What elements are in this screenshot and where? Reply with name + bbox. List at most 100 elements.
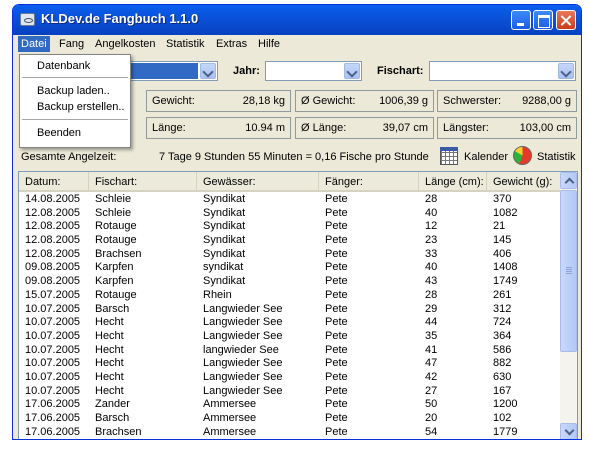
minimize-button[interactable]: [511, 10, 531, 30]
cell-gewicht: 724: [493, 316, 512, 329]
cell-datum: 10.07.2005: [25, 384, 81, 397]
cell-laenge: 41: [425, 343, 438, 356]
cell-gewaesser: syndikat: [203, 261, 244, 274]
scroll-up-icon[interactable]: [560, 172, 577, 189]
table-row[interactable]: 12.08.2005 Rotauge Syndikat Pete 23 145: [19, 234, 561, 249]
menu-angelkosten[interactable]: Angelkosten: [95, 38, 156, 50]
table-row[interactable]: 10.07.2005 Hecht Langwieder See Pete 35 364: [19, 329, 561, 345]
cell-fischart: Hecht: [95, 384, 124, 397]
catch-table: Datum: Fischart: Gewässer: Fänger: Länge…: [18, 171, 578, 439]
cell-gewicht: 1749: [493, 275, 518, 288]
table-row[interactable]: 10.07.2005 Hecht Langwieder See Pete 47 882: [19, 357, 561, 372]
cell-fischart: Hecht: [95, 370, 124, 383]
table-row[interactable]: 17.06.2005 Zander Ammersee Pete 50 1200: [19, 398, 561, 413]
cell-gewicht: 1200: [493, 398, 518, 411]
fischart-select[interactable]: [429, 61, 576, 81]
cell-laenge: 35: [425, 329, 438, 342]
table-row[interactable]: 17.06.2005 Brachsen Ammersee Pete 54 1779: [19, 425, 561, 439]
pie-chart-icon[interactable]: [513, 146, 532, 165]
cell-gewicht: 312: [493, 302, 512, 315]
menu-fang[interactable]: Fang: [59, 38, 84, 50]
column-header-laenge[interactable]: Länge (cm):: [419, 172, 487, 192]
cell-gewaesser: Syndikat: [203, 234, 246, 247]
cell-laenge: 42: [425, 370, 438, 383]
cell-datum: 10.07.2005: [25, 316, 81, 329]
chevron-down-icon[interactable]: [558, 63, 574, 79]
chevron-down-icon[interactable]: [344, 63, 360, 79]
cell-datum: 17.06.2005: [25, 425, 81, 438]
cell-gewicht: 145: [493, 234, 512, 247]
statistik-button[interactable]: Statistik: [537, 151, 576, 163]
cell-gewaesser: Ammersee: [203, 412, 257, 424]
avg-gewicht-stat: Ø Gewicht: 1006,39 g: [295, 90, 434, 112]
cell-laenge: 29: [425, 302, 438, 315]
table-row[interactable]: 10.07.2005 Hecht langwieder See Pete 41 586: [19, 343, 561, 359]
cell-gewaesser: Langwieder See: [203, 316, 283, 329]
cell-datum: 09.08.2005: [25, 275, 81, 288]
cell-datum: 17.06.2005: [25, 412, 81, 424]
cell-gewaesser: Syndikat: [203, 206, 246, 219]
table-row[interactable]: 14.08.2005 Schleie Syndikat Pete 28 370: [19, 193, 561, 208]
title-bar[interactable]: KLDev.de Fangbuch 1.1.0: [13, 5, 581, 35]
cell-gewaesser: Langwieder See: [203, 370, 283, 383]
cell-faenger: Pete: [325, 234, 348, 247]
column-header-fischart[interactable]: Fischart:: [89, 172, 197, 192]
cell-gewicht: 370: [493, 193, 512, 205]
column-header-gewicht[interactable]: Gewicht (g):: [487, 172, 561, 192]
close-button[interactable]: [556, 10, 576, 30]
chevron-down-icon[interactable]: [200, 63, 216, 79]
cell-fischart: Karpfen: [95, 261, 134, 274]
cell-gewicht: 882: [493, 357, 512, 370]
cell-faenger: Pete: [325, 302, 348, 315]
table-row[interactable]: 09.08.2005 Karpfen Syndikat Pete 43 1749: [19, 275, 561, 290]
cell-fischart: Hecht: [95, 316, 124, 329]
calendar-icon[interactable]: [440, 147, 458, 165]
scrollbar-thumb[interactable]: [560, 190, 577, 352]
table-row[interactable]: 12.08.2005 Schleie Syndikat Pete 40 1082: [19, 206, 561, 222]
cell-faenger: Pete: [325, 329, 348, 342]
cell-datum: 10.07.2005: [25, 343, 81, 356]
scroll-down-icon[interactable]: [560, 423, 577, 439]
table-row[interactable]: 10.07.2005 Barsch Langwieder See Pete 29 312: [19, 302, 561, 318]
cell-laenge: 40: [425, 206, 438, 219]
menu-datei[interactable]: Datei: [18, 36, 50, 52]
cell-laenge: 28: [425, 288, 438, 301]
column-header-gewaesser[interactable]: Gewässer:: [197, 172, 319, 192]
cell-laenge: 47: [425, 357, 438, 370]
menu-item-backup-laden[interactable]: Backup laden..: [37, 85, 110, 97]
column-header-faenger[interactable]: Fänger:: [319, 172, 419, 192]
menu-hilfe[interactable]: Hilfe: [258, 38, 280, 50]
menu-item-datenbank[interactable]: Datenbank: [37, 60, 90, 72]
table-row[interactable]: 10.07.2005 Hecht Langwieder See Pete 42 630: [19, 370, 561, 386]
kalender-button[interactable]: Kalender: [464, 151, 508, 163]
cell-datum: 10.07.2005: [25, 370, 81, 383]
table-row[interactable]: 12.08.2005 Brachsen Syndikat Pete 33 406: [19, 248, 561, 263]
menu-item-beenden[interactable]: Beenden: [37, 127, 81, 139]
jahr-label: Jahr:: [233, 65, 260, 77]
table-row[interactable]: 15.07.2005 Rotauge Rhein Pete 28 261: [19, 288, 561, 304]
jahr-select[interactable]: [265, 61, 362, 81]
cell-datum: 17.06.2005: [25, 398, 81, 411]
cell-gewaesser: Langwieder See: [203, 357, 283, 370]
table-row[interactable]: 12.08.2005 Rotauge Syndikat Pete 12 21: [19, 220, 561, 235]
table-row[interactable]: 17.06.2005 Barsch Ammersee Pete 20 102: [19, 412, 561, 427]
table-row[interactable]: 09.08.2005 Karpfen syndikat Pete 40 1408: [19, 261, 561, 276]
maximize-button[interactable]: [533, 10, 553, 30]
cell-datum: 15.07.2005: [25, 288, 81, 301]
fischart-label: Fischart:: [377, 65, 424, 77]
menu-extras[interactable]: Extras: [216, 38, 247, 50]
cell-fischart: Karpfen: [95, 275, 134, 288]
column-header-datum[interactable]: Datum:: [19, 172, 89, 192]
cell-gewaesser: Rhein: [203, 288, 232, 301]
menu-statistik[interactable]: Statistik: [166, 38, 205, 50]
cell-fischart: Schleie: [95, 206, 132, 219]
table-row[interactable]: 10.07.2005 Hecht Langwieder See Pete 44 724: [19, 316, 561, 331]
cell-datum: 10.07.2005: [25, 357, 81, 370]
cell-faenger: Pete: [325, 357, 348, 370]
gewicht-label: Gewicht:: [152, 95, 195, 107]
vertical-scrollbar[interactable]: [560, 172, 577, 439]
avg-laenge-label: Ø Länge:: [301, 122, 347, 134]
table-row[interactable]: 10.07.2005 Hecht Langwieder See Pete 27 167: [19, 384, 561, 400]
menu-item-backup-erstellen[interactable]: Backup erstellen..: [37, 101, 124, 113]
cell-gewicht: 364: [493, 329, 512, 342]
